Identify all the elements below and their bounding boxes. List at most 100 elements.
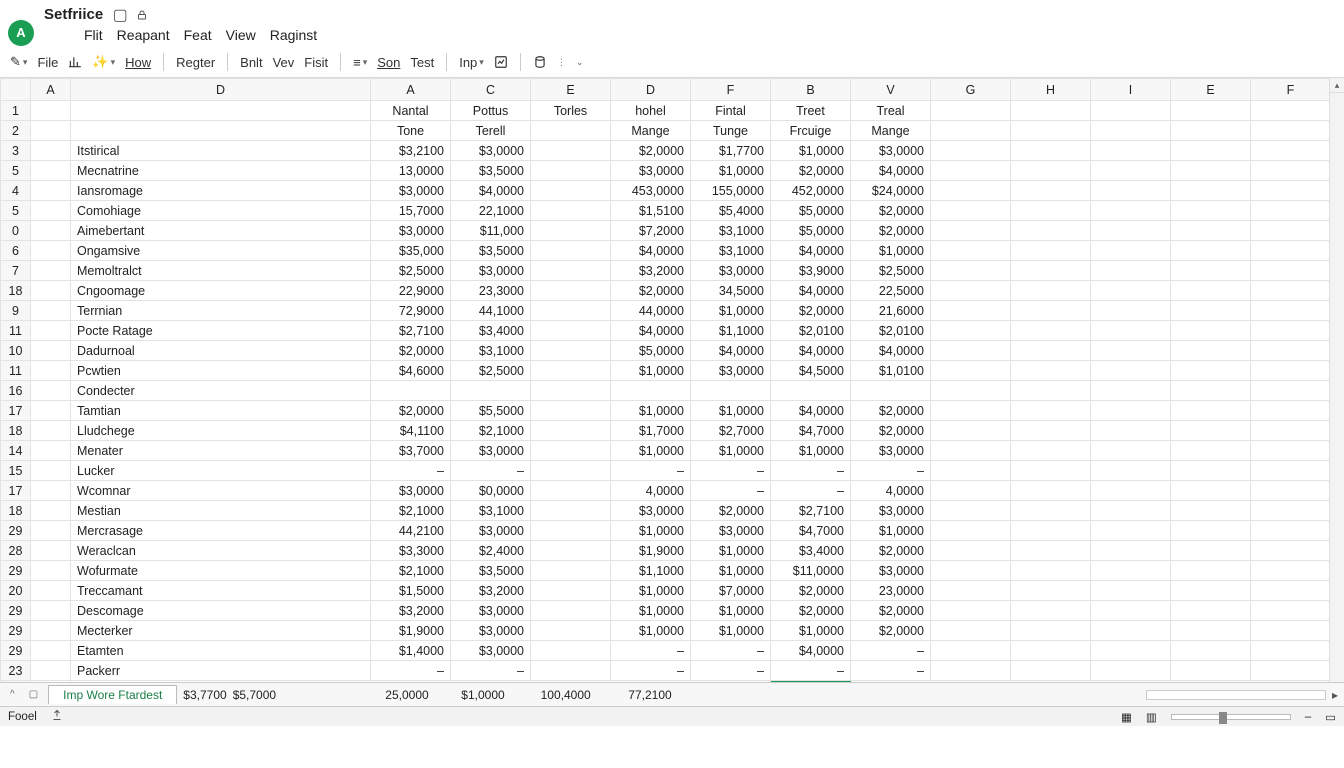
cell[interactable] [531, 321, 611, 341]
cell[interactable]: Tone [371, 121, 451, 141]
cell[interactable] [1011, 321, 1091, 341]
cell[interactable]: $5,5000 [451, 401, 531, 421]
cell-label[interactable]: Wcomnar [71, 481, 371, 501]
cell[interactable] [1011, 341, 1091, 361]
cell[interactable] [1171, 141, 1251, 161]
cell[interactable]: $3,7000 [371, 441, 451, 461]
cell[interactable]: $3,0000 [371, 181, 451, 201]
menu-raginst[interactable]: Raginst [270, 27, 317, 43]
cell[interactable]: $5,0000 [771, 221, 851, 241]
cell[interactable]: $3,0000 [451, 261, 531, 281]
zoom-slider[interactable] [1171, 714, 1291, 720]
cell[interactable] [1171, 421, 1251, 441]
cell[interactable]: $1,0000 [691, 541, 771, 561]
cell[interactable] [531, 121, 611, 141]
cell[interactable]: $4,7000 [771, 521, 851, 541]
cell-label[interactable]: Tamtian [71, 401, 371, 421]
cell[interactable] [1091, 141, 1171, 161]
row-header[interactable]: 29 [1, 521, 31, 541]
cell[interactable]: $2,0000 [851, 221, 931, 241]
cell[interactable]: $2,7100 [371, 321, 451, 341]
row-header[interactable]: 29 [1, 561, 31, 581]
cell[interactable] [1011, 621, 1091, 641]
cell[interactable] [1251, 281, 1331, 301]
cell[interactable] [1011, 441, 1091, 461]
cell[interactable] [31, 161, 71, 181]
cell[interactable]: 23,3000 [451, 281, 531, 301]
cell[interactable] [531, 181, 611, 201]
cell[interactable]: – [371, 661, 451, 681]
cell[interactable]: $1,0000 [771, 441, 851, 461]
cell[interactable] [531, 221, 611, 241]
cell[interactable]: $3,2000 [371, 601, 451, 621]
col-header[interactable]: A [371, 79, 451, 101]
cell[interactable] [531, 481, 611, 501]
cell[interactable] [31, 521, 71, 541]
cell[interactable] [531, 421, 611, 441]
cell[interactable] [1251, 401, 1331, 421]
cell[interactable]: $3,0000 [451, 601, 531, 621]
cell[interactable]: $35,000 [371, 241, 451, 261]
cell[interactable] [1171, 121, 1251, 141]
cell[interactable]: $3,5000 [451, 241, 531, 261]
cell[interactable]: $3,2100 [371, 141, 451, 161]
cell[interactable]: $5,0000 [611, 341, 691, 361]
cell[interactable]: $3,5000 [451, 161, 531, 181]
cell[interactable] [931, 501, 1011, 521]
cell[interactable] [931, 521, 1011, 541]
cell[interactable] [931, 641, 1011, 661]
toolbar-son[interactable]: Son [377, 55, 400, 70]
cell[interactable]: $4,0000 [771, 401, 851, 421]
cell[interactable] [1251, 501, 1331, 521]
cell[interactable] [31, 461, 71, 481]
cell[interactable]: $3,0000 [451, 641, 531, 661]
cell[interactable]: $1,0000 [691, 161, 771, 181]
cell-label[interactable]: Packerr [71, 661, 371, 681]
cell[interactable]: $3,1000 [691, 241, 771, 261]
cell[interactable] [531, 161, 611, 181]
row-header[interactable]: 9 [1, 301, 31, 321]
cell[interactable] [1251, 221, 1331, 241]
row-header[interactable]: 18 [1, 501, 31, 521]
cell[interactable]: Treet [771, 101, 851, 121]
cell[interactable]: $4,0000 [611, 321, 691, 341]
cell[interactable]: $2,0000 [611, 281, 691, 301]
cell[interactable]: $1,7000 [611, 421, 691, 441]
cell[interactable] [931, 141, 1011, 161]
cell[interactable]: $3,1000 [451, 341, 531, 361]
cell[interactable] [931, 161, 1011, 181]
cell[interactable] [531, 341, 611, 361]
cell[interactable]: – [611, 641, 691, 661]
toolbar-fisit[interactable]: Fisit [304, 55, 328, 70]
vertical-scrollbar[interactable]: ▴ ▾ [1329, 78, 1344, 726]
toolbar-test[interactable]: Test [410, 55, 434, 70]
cell[interactable]: $3,0000 [611, 501, 691, 521]
cell[interactable] [931, 221, 1011, 241]
cell[interactable] [1011, 161, 1091, 181]
cell[interactable]: $3,2000 [611, 261, 691, 281]
cell[interactable] [1011, 261, 1091, 281]
cell[interactable] [531, 521, 611, 541]
cell-label[interactable]: Condecter [71, 381, 371, 401]
cell[interactable] [1251, 361, 1331, 381]
cell[interactable] [1171, 601, 1251, 621]
cell[interactable]: – [771, 481, 851, 501]
cell[interactable] [1251, 621, 1331, 641]
cell[interactable] [71, 101, 371, 121]
cell[interactable]: $4,0000 [771, 641, 851, 661]
cell[interactable] [1011, 281, 1091, 301]
scroll-up-icon[interactable]: ▴ [1330, 78, 1344, 93]
cell[interactable] [31, 581, 71, 601]
row-header[interactable]: 14 [1, 441, 31, 461]
toolbar-how[interactable]: How [125, 55, 151, 70]
cell[interactable]: $4,1100 [371, 421, 451, 441]
cell[interactable]: 4,0000 [611, 481, 691, 501]
cell[interactable]: 22,5000 [851, 281, 931, 301]
cell[interactable]: 155,0000 [691, 181, 771, 201]
cell[interactable] [931, 321, 1011, 341]
cell[interactable] [1011, 301, 1091, 321]
cell-label[interactable]: Mercrasage [71, 521, 371, 541]
cell-label[interactable]: Itstirical [71, 141, 371, 161]
cell[interactable] [1091, 181, 1171, 201]
cell[interactable] [1091, 441, 1171, 461]
